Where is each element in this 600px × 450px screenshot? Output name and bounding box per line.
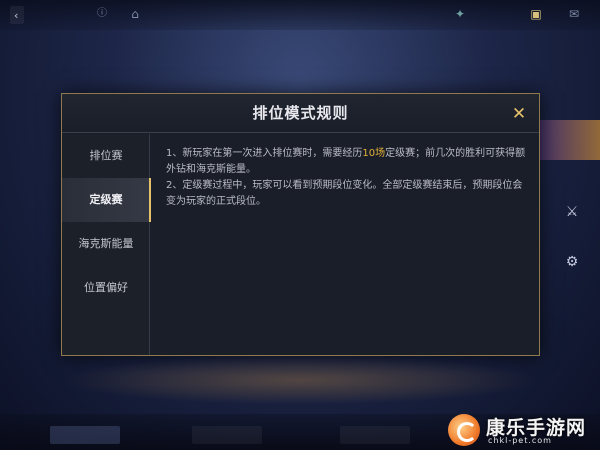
rule-2: 2、定级赛过程中，玩家可以看到预期段位变化。全部定级赛结束后，预期段位会变为玩家… xyxy=(166,180,523,207)
sidebar-item-ranked[interactable]: 排位赛 xyxy=(62,134,150,178)
watermark-logo-icon xyxy=(448,414,480,446)
rules-sidebar: 排位赛 定级赛 海克斯能量 位置偏好 xyxy=(62,134,151,355)
stage-glow xyxy=(60,355,540,405)
swords-icon[interactable]: ⚔ xyxy=(560,200,584,224)
sidebar-item-position-preference[interactable]: 位置偏好 xyxy=(62,266,150,310)
info-icon[interactable]: ⓘ xyxy=(94,6,110,22)
bottom-tab-1[interactable] xyxy=(50,426,120,444)
watermark-url: chkl-pet.com xyxy=(488,436,552,445)
sidebar-item-hextech-energy[interactable]: 海克斯能量 xyxy=(62,222,150,266)
rule-1: 1、新玩家在第一次进入排位赛时，需要经历10场定级赛；前几次的胜利可获得额外钻和… xyxy=(166,146,526,178)
sidebar-item-placement[interactable]: 定级赛 xyxy=(62,178,151,222)
settings-icon[interactable]: ⚙ xyxy=(560,250,584,274)
back-button[interactable]: ‹ xyxy=(10,6,25,24)
shop-icon[interactable]: ▣ xyxy=(528,6,544,22)
chevron-left-icon: ‹ xyxy=(14,8,19,22)
gift-icon[interactable]: ✦ xyxy=(452,6,468,22)
rules-modal: 排位模式规则 ✕ 排位赛 定级赛 海克斯能量 位置偏好 1、新玩家在第一次进入排… xyxy=(61,93,540,356)
bottom-tab-2[interactable] xyxy=(192,426,262,444)
rules-content: 1、新玩家在第一次进入排位赛时，需要经历10场定级赛；前几次的胜利可获得额外钻和… xyxy=(166,146,526,346)
rule-1-highlight: 10场 xyxy=(362,148,386,159)
rule-1-text-start: 1、新玩家在第一次进入排位赛时，需要经历 xyxy=(166,148,363,159)
bottom-tab-3[interactable] xyxy=(340,426,410,444)
watermark: 康乐手游网 chkl-pet.com xyxy=(448,412,598,448)
hero-banner xyxy=(540,120,600,160)
mail-icon[interactable]: ✉ xyxy=(566,6,582,22)
top-bar: ‹ ⓘ ⌂ ✦ ▣ ✉ xyxy=(0,0,600,30)
modal-header: 排位模式规则 ✕ xyxy=(62,94,539,133)
home-icon[interactable]: ⌂ xyxy=(127,6,143,22)
modal-title: 排位模式规则 xyxy=(252,104,349,122)
close-button[interactable]: ✕ xyxy=(508,103,530,125)
